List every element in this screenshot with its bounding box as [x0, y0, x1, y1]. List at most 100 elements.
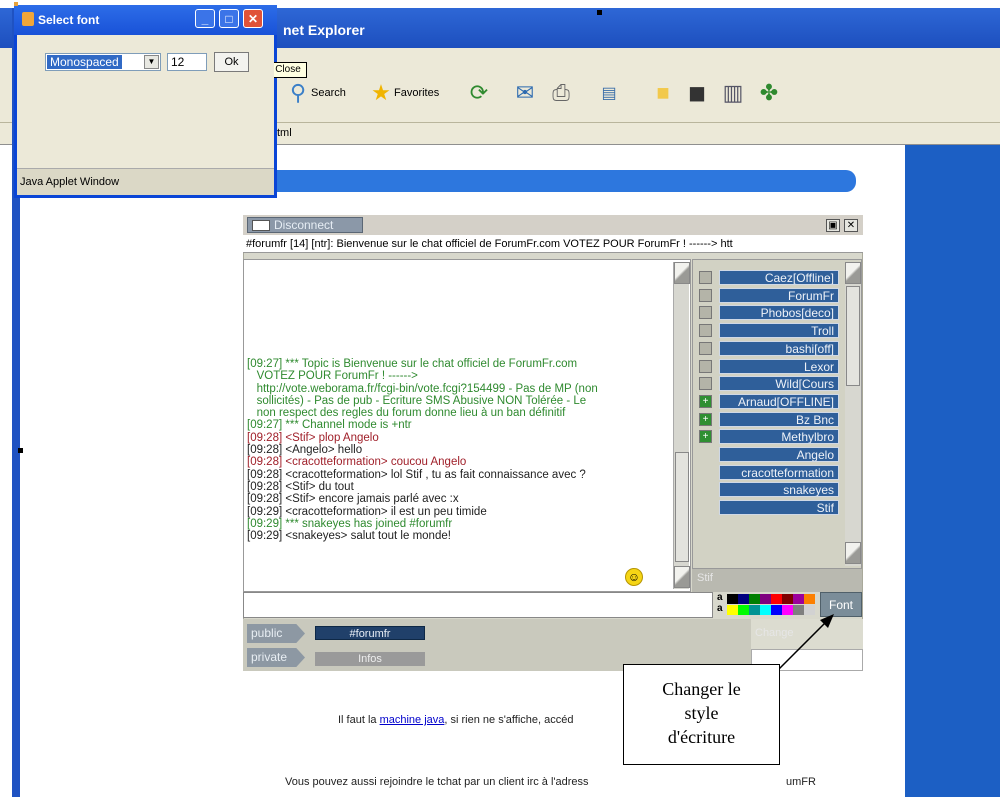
user-list-item[interactable]: Caez[Offline] [719, 270, 839, 285]
print-button[interactable]: ⎙ [548, 78, 574, 108]
irc-notice-tail: umFR [786, 776, 816, 788]
user-list-item[interactable]: Methylbro [719, 429, 839, 445]
java-notice-prefix: Il faut la [338, 714, 380, 726]
scroll-thumb[interactable] [675, 452, 689, 562]
books-icon: ▥ [722, 80, 744, 105]
channel-forumfr[interactable]: #forumfr [315, 626, 425, 640]
user-status-icon [699, 288, 712, 302]
chat-message: [09:28] <cracotteformation> lol Stif , t… [247, 468, 586, 481]
font-family-value: Monospaced [47, 55, 122, 69]
user-list-item[interactable]: Wild[Cours [719, 376, 839, 392]
user-list-item[interactable]: ForumFr [719, 287, 839, 303]
callout-arrow [775, 614, 834, 673]
user-list-status: Stif [692, 569, 862, 592]
chat-message: [09:28] <cracotteformation> coucou Angel… [247, 456, 467, 469]
font-family-select[interactable]: Monospaced ▼ [45, 53, 161, 71]
applet-window-status: Java Applet Window [17, 168, 274, 195]
scroll-up-arrow[interactable] [674, 262, 690, 284]
edit-button[interactable]: ▤ [596, 78, 622, 108]
close-icon: ✕ [247, 11, 259, 26]
channel-infos[interactable]: Infos [315, 652, 425, 666]
tab-private[interactable]: private [247, 648, 305, 667]
user-list-item[interactable]: bashi[off] [719, 340, 839, 356]
user-scroll-down[interactable] [845, 542, 861, 564]
user-list-item[interactable]: Stif [719, 500, 839, 516]
message-input[interactable] [243, 592, 713, 618]
search-icon: ⚲ [289, 80, 307, 105]
disconnect-label: Disconnect [274, 218, 334, 232]
folder-button[interactable]: ■ [650, 78, 676, 108]
media-button[interactable]: ◼ [684, 78, 710, 108]
smiley-icon: ☺ [625, 568, 643, 586]
restore-icon: ▣ [828, 220, 838, 231]
user-list-item[interactable]: snakeyes [719, 482, 839, 498]
messenger-button[interactable]: ✤ [756, 78, 782, 108]
irc-notice: Vous pouvez aussi rejoindre le tchat par… [285, 776, 589, 788]
chat-message: [09:29] <snakeyes> salut tout le monde! [247, 530, 451, 543]
resize-handle-left [18, 448, 23, 453]
user-list-scrollbar[interactable] [845, 262, 861, 566]
user-status-icon: + [699, 412, 712, 426]
disconnect-button[interactable]: Disconnect [247, 217, 363, 233]
favorites-label: Favorites [394, 87, 440, 99]
chat-scrollbar[interactable] [673, 262, 690, 589]
user-status-icon [699, 359, 712, 373]
close-icon: ✕ [846, 220, 856, 231]
select-font-title: Select font [38, 13, 100, 27]
resize-handle [597, 10, 602, 15]
close-button[interactable]: ✕ [243, 9, 263, 28]
connection-icon [252, 219, 270, 231]
user-status-icon [699, 324, 712, 338]
float-window-button[interactable]: ▣ [826, 219, 840, 232]
chat-message: [09:28] <Angelo> hello [247, 444, 363, 457]
browser-title: net Explorer [283, 22, 365, 38]
chevron-down-icon[interactable]: ▼ [144, 55, 159, 69]
user-scroll-thumb[interactable] [846, 286, 860, 386]
user-list-item[interactable]: Troll [719, 323, 839, 339]
address-text: tml [277, 127, 292, 139]
printer-icon: ⎙ [552, 80, 570, 105]
search-label: Search [311, 87, 346, 99]
tab-public[interactable]: public [247, 624, 305, 643]
ok-button[interactable]: Ok [214, 52, 249, 72]
user-list-item[interactable]: Bz Bnc [719, 411, 839, 427]
user-status-icon: + [699, 394, 712, 408]
java-notice: Il faut la machine java, si rien ne s'af… [338, 714, 573, 726]
page-header-bar [268, 170, 856, 192]
scroll-down-arrow[interactable] [674, 566, 690, 588]
java-link[interactable]: machine java [380, 714, 445, 726]
user-scroll-up[interactable] [845, 262, 861, 284]
close-applet-button[interactable]: ✕ [844, 219, 858, 232]
user-list-item[interactable]: Lexor [719, 358, 839, 374]
search-button[interactable]: ⚲ Search [285, 78, 346, 108]
callout-line-1: Changer le [662, 679, 741, 699]
user-list-item[interactable]: cracotteformation [719, 464, 839, 480]
mail-button[interactable]: ✉ [512, 78, 538, 108]
user-status-icon [699, 271, 712, 284]
user-list-item[interactable]: Arnaud[OFFLINE] [719, 393, 839, 409]
folder-icon: ■ [656, 80, 670, 105]
callout-line-3: d'écriture [667, 727, 736, 747]
user-status-icon [699, 341, 712, 355]
user-status-icon: + [699, 430, 712, 444]
user-list-item[interactable]: Phobos[deco] [719, 305, 839, 321]
maximize-button[interactable]: □ [219, 9, 239, 28]
color-sample-fg: a [717, 592, 723, 603]
chat-message: [09:27] *** Channel mode is +ntr [247, 419, 412, 432]
user-status-icon [699, 306, 712, 320]
maximize-icon: □ [225, 11, 233, 26]
favorites-button[interactable]: ★ Favorites [368, 78, 439, 108]
font-size-input[interactable]: 12 [167, 53, 207, 71]
minimize-button[interactable]: _ [195, 9, 215, 28]
history-button[interactable]: ⟳ [466, 78, 492, 108]
callout-line-2: style [684, 703, 719, 723]
close-tooltip: Close [269, 62, 307, 78]
page-side-panel [905, 145, 1000, 797]
topic-line: #forumfr [14] [ntr]: Bienvenue sur le ch… [243, 235, 863, 253]
chat-message: [09:28] <Stif> du tout [247, 480, 354, 493]
chat-message: [09:29] <cracotteformation> il est un pe… [247, 505, 487, 518]
chat-message: [09:27] *** Topic is Bienvenue sur le ch… [247, 358, 598, 420]
chat-message: [09:28] <Stif> encore jamais parlé avec … [247, 493, 459, 506]
research-button[interactable]: ▥ [720, 78, 746, 108]
user-list-item[interactable]: Angelo [719, 447, 839, 462]
